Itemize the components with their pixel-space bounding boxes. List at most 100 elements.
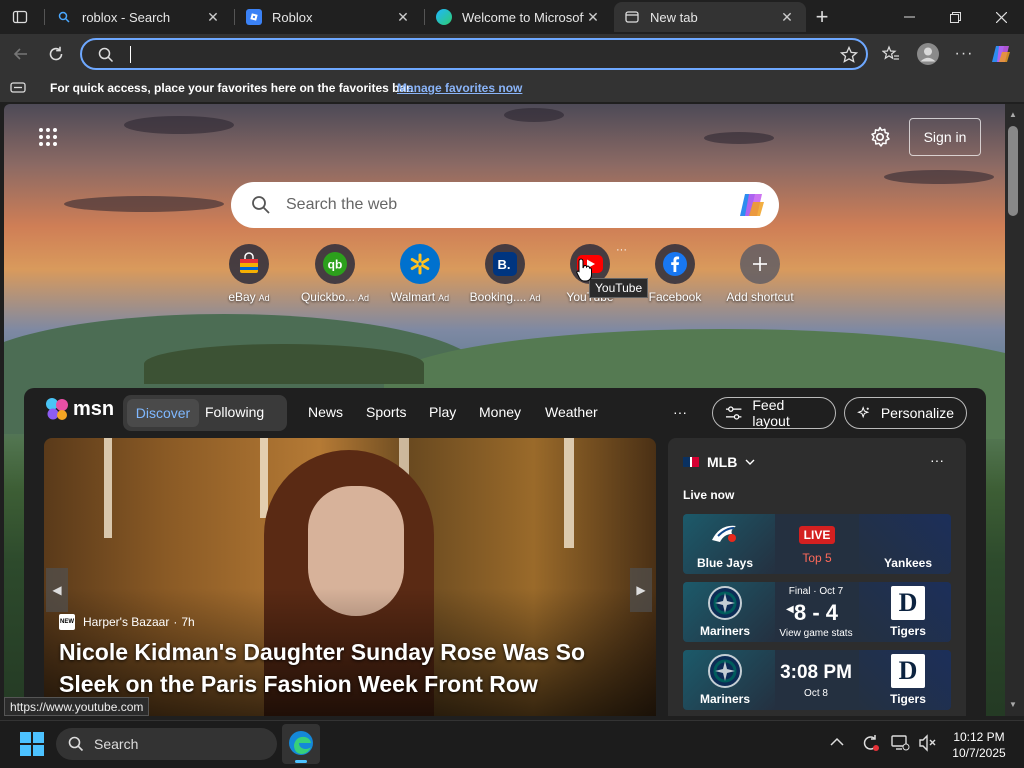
- edge-icon: [436, 9, 452, 25]
- back-button[interactable]: [6, 39, 36, 69]
- carousel-prev-button[interactable]: ◀: [46, 568, 68, 612]
- msn-logo[interactable]: msn: [44, 396, 114, 422]
- add-shortcut-button[interactable]: Add shortcut: [715, 244, 805, 304]
- nav-weather[interactable]: Weather: [545, 404, 598, 420]
- search-icon: [68, 736, 84, 757]
- mlb-league-selector[interactable]: MLB: [683, 454, 755, 470]
- app-launcher-icon[interactable]: [38, 127, 58, 152]
- system-clock[interactable]: 10:12 PM 10/7/2025: [944, 729, 1014, 761]
- profile-avatar[interactable]: [913, 39, 943, 69]
- nav-more-button[interactable]: ···: [673, 404, 687, 420]
- page-settings-icon[interactable]: [869, 126, 891, 153]
- away-team-name: Mariners: [699, 692, 751, 706]
- copilot-icon[interactable]: [986, 39, 1016, 69]
- shortcut-label: Add shortcut: [726, 290, 794, 304]
- settings-more-button[interactable]: ···: [949, 39, 979, 69]
- copilot-icon[interactable]: [737, 192, 767, 223]
- close-tab-icon[interactable]: ✕: [778, 9, 796, 26]
- home-team-name: Yankees: [883, 556, 933, 570]
- ad-badge: Ad: [529, 293, 541, 303]
- link-status-url: https://www.youtube.com: [4, 697, 150, 716]
- scroll-down-icon[interactable]: ▼: [1009, 700, 1017, 709]
- cloud: [884, 170, 994, 184]
- nav-news[interactable]: News: [308, 404, 343, 420]
- shortcut-walmart[interactable]: Walmart Ad: [375, 244, 465, 304]
- msn-butterfly-icon: [46, 398, 68, 420]
- web-search-box[interactable]: Search the web: [231, 182, 779, 228]
- card-more-options-icon[interactable]: ···: [930, 452, 944, 468]
- search-input[interactable]: Search the web: [286, 196, 397, 214]
- tab-strip: roblox - Search ✕ Roblox ✕ Welcome to Mi…: [0, 0, 1024, 34]
- close-tab-icon[interactable]: ✕: [584, 9, 602, 26]
- refresh-button[interactable]: [41, 39, 71, 69]
- tab-roblox-search[interactable]: roblox - Search ✕: [46, 2, 232, 32]
- plus-icon: [740, 244, 780, 284]
- feed-layout-button[interactable]: Feed layout: [712, 397, 836, 429]
- minimize-icon[interactable]: [894, 0, 924, 34]
- blue-jays-logo-icon: [708, 518, 742, 552]
- favorites-button[interactable]: [876, 39, 906, 69]
- favorites-bar-message: For quick access, place your favorites h…: [50, 81, 414, 95]
- search-icon: [251, 195, 271, 220]
- roblox-icon: [246, 9, 262, 25]
- tigers-logo-icon: D: [891, 654, 925, 688]
- scroll-up-icon[interactable]: ▲: [1009, 110, 1017, 119]
- shortcut-quickbooks[interactable]: qb Quickbo... Ad: [290, 244, 380, 304]
- shortcut-label: Walmart: [390, 290, 436, 304]
- tab-actions-icon[interactable]: [6, 0, 34, 34]
- cloud: [504, 108, 564, 122]
- shortcut-label: Facebook: [648, 290, 702, 304]
- tab-roblox[interactable]: Roblox ✕: [236, 2, 422, 32]
- msn-brand-text: msn: [73, 397, 115, 420]
- sign-in-button[interactable]: Sign in: [909, 118, 981, 156]
- tab-discover[interactable]: Discover: [127, 399, 199, 427]
- new-tab-button[interactable]: +: [808, 0, 836, 34]
- update-sync-icon[interactable]: [860, 734, 880, 755]
- scrollbar-thumb[interactable]: [1008, 126, 1018, 216]
- facebook-icon: [655, 244, 695, 284]
- shortcut-booking[interactable]: B. Booking.... Ad: [460, 244, 550, 304]
- newtab-icon: [624, 9, 640, 25]
- article-age: 7h: [181, 615, 195, 629]
- sparkle-star-icon: [857, 406, 870, 419]
- village: [144, 344, 424, 384]
- network-icon[interactable]: [890, 734, 910, 755]
- article-title[interactable]: Nicole Kidman's Daughter Sunday Rose Was…: [59, 636, 649, 700]
- live-now-label: Live now: [683, 488, 735, 502]
- personalize-button[interactable]: Personalize: [844, 397, 967, 429]
- taskbar-search-input[interactable]: Search: [94, 736, 138, 752]
- chevron-down-icon: [745, 459, 755, 465]
- tab-title: roblox - Search: [82, 9, 171, 25]
- cloud: [64, 196, 224, 212]
- mariners-logo-icon: [708, 654, 742, 688]
- nav-money[interactable]: Money: [479, 404, 521, 420]
- restore-icon[interactable]: [940, 0, 970, 34]
- view-game-stats-link[interactable]: View game stats: [770, 628, 862, 639]
- close-tab-icon[interactable]: ✕: [394, 9, 412, 26]
- taskbar-edge-button[interactable]: [282, 724, 320, 764]
- close-tab-icon[interactable]: ✕: [204, 9, 222, 26]
- add-favorite-icon[interactable]: [839, 45, 859, 69]
- mouse-cursor-icon: [576, 258, 592, 287]
- address-bar[interactable]: [80, 38, 868, 70]
- tab-new-tab[interactable]: New tab ✕: [614, 2, 806, 32]
- tab-title: Roblox: [272, 9, 313, 25]
- close-window-icon[interactable]: [986, 0, 1016, 34]
- manage-favorites-link[interactable]: Manage favorites now: [397, 81, 522, 95]
- tab-following[interactable]: Following: [205, 404, 264, 420]
- home-team-name: Tigers: [890, 692, 926, 706]
- taskbar-search-box[interactable]: Search: [56, 728, 277, 760]
- tab-title: New tab: [650, 9, 698, 25]
- nav-play[interactable]: Play: [429, 404, 456, 420]
- shortcut-more-options-icon[interactable]: ···: [616, 244, 627, 256]
- windows-start-icon[interactable]: [20, 732, 44, 761]
- carousel-next-button[interactable]: ▶: [630, 568, 652, 612]
- shortcut-ebay[interactable]: eBay Ad: [204, 244, 294, 304]
- ad-badge: Ad: [358, 293, 370, 303]
- volume-muted-icon[interactable]: [918, 734, 938, 755]
- cloud: [124, 116, 234, 134]
- active-app-indicator: [295, 760, 307, 763]
- tab-welcome-edge[interactable]: Welcome to Microsoft Edge ✕: [426, 2, 612, 32]
- show-hidden-icons-chevron-icon[interactable]: [830, 734, 844, 750]
- nav-sports[interactable]: Sports: [366, 404, 406, 420]
